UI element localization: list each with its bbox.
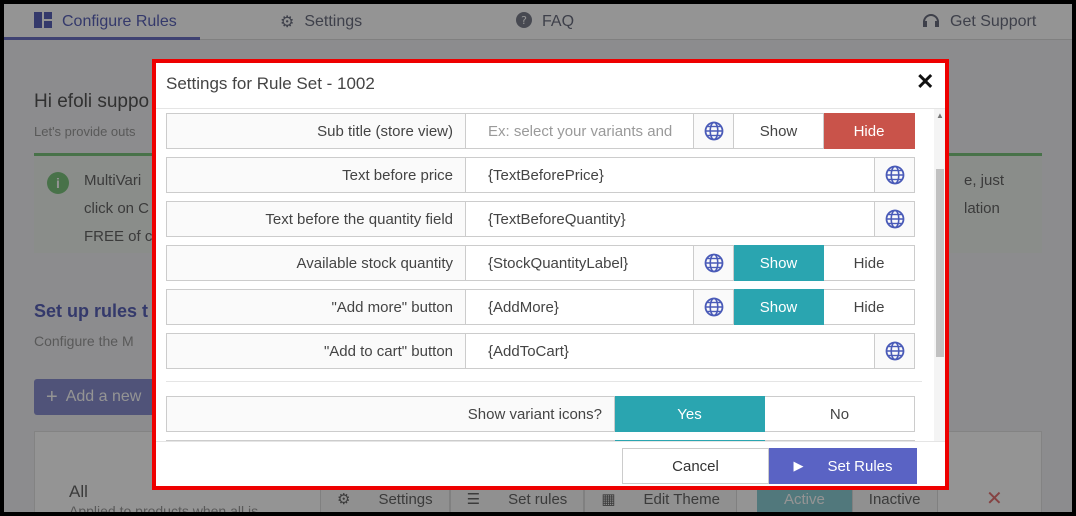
- close-icon[interactable]: ✕: [916, 69, 934, 95]
- app-window: Configure Rules ⚙ Settings ? FAQ Get Sup…: [0, 0, 1076, 516]
- setting-label: Available stock quantity: [166, 245, 466, 281]
- modal-footer: Cancel ▶ Set Rules: [156, 441, 945, 486]
- globe-icon[interactable]: [875, 201, 915, 237]
- subtitle-input[interactable]: Ex: select your variants and: [466, 113, 694, 149]
- setting-label: Text before price: [166, 157, 466, 193]
- globe-icon[interactable]: [875, 333, 915, 369]
- add-more-hide-button[interactable]: Hide: [824, 289, 915, 325]
- setting-label: "Add to cart" button: [166, 333, 466, 369]
- text-before-price-input[interactable]: {TextBeforePrice}: [466, 157, 875, 193]
- variant-icons-yes-button[interactable]: Yes: [615, 396, 765, 432]
- globe-icon[interactable]: [694, 245, 734, 281]
- scrollbar-thumb[interactable]: [936, 169, 944, 357]
- stock-quantity-hide-button[interactable]: Hide: [824, 245, 915, 281]
- subtitle-show-button[interactable]: Show: [734, 113, 824, 149]
- setting-label: Text before the quantity field: [166, 201, 466, 237]
- divider: [166, 381, 922, 382]
- cancel-button[interactable]: Cancel: [622, 448, 769, 484]
- modal-header: Settings for Rule Set - 1002 ✕: [156, 63, 945, 109]
- setting-label: Sub title (store view): [166, 113, 466, 149]
- scroll-up-icon[interactable]: ▲: [936, 111, 944, 120]
- stock-quantity-input[interactable]: {StockQuantityLabel}: [466, 245, 694, 281]
- set-rules-label: Set Rules: [827, 457, 893, 475]
- modal-body: Sub title (store view) Ex: select your v…: [156, 109, 945, 441]
- play-icon: ▶: [793, 458, 804, 473]
- set-rules-button[interactable]: ▶ Set Rules: [769, 448, 917, 484]
- globe-icon[interactable]: [694, 289, 734, 325]
- text-before-quantity-input[interactable]: {TextBeforeQuantity}: [466, 201, 875, 237]
- settings-modal: Settings for Rule Set - 1002 ✕ Sub title…: [152, 59, 949, 490]
- modal-scrollbar[interactable]: ▲: [934, 109, 945, 441]
- variant-icons-label: Show variant icons?: [166, 396, 615, 432]
- add-more-show-button[interactable]: Show: [734, 289, 824, 325]
- globe-icon[interactable]: [875, 157, 915, 193]
- subtitle-hide-button[interactable]: Hide: [824, 113, 915, 149]
- variant-icons-no-button[interactable]: No: [765, 396, 915, 432]
- globe-icon[interactable]: [694, 113, 734, 149]
- stock-quantity-show-button[interactable]: Show: [734, 245, 824, 281]
- setting-label: "Add more" button: [166, 289, 466, 325]
- add-more-input[interactable]: {AddMore}: [466, 289, 694, 325]
- add-to-cart-input[interactable]: {AddToCart}: [466, 333, 875, 369]
- modal-title: Settings for Rule Set - 1002: [166, 74, 375, 93]
- setting-row-variant-icons: Show variant icons? Yes No: [166, 396, 915, 432]
